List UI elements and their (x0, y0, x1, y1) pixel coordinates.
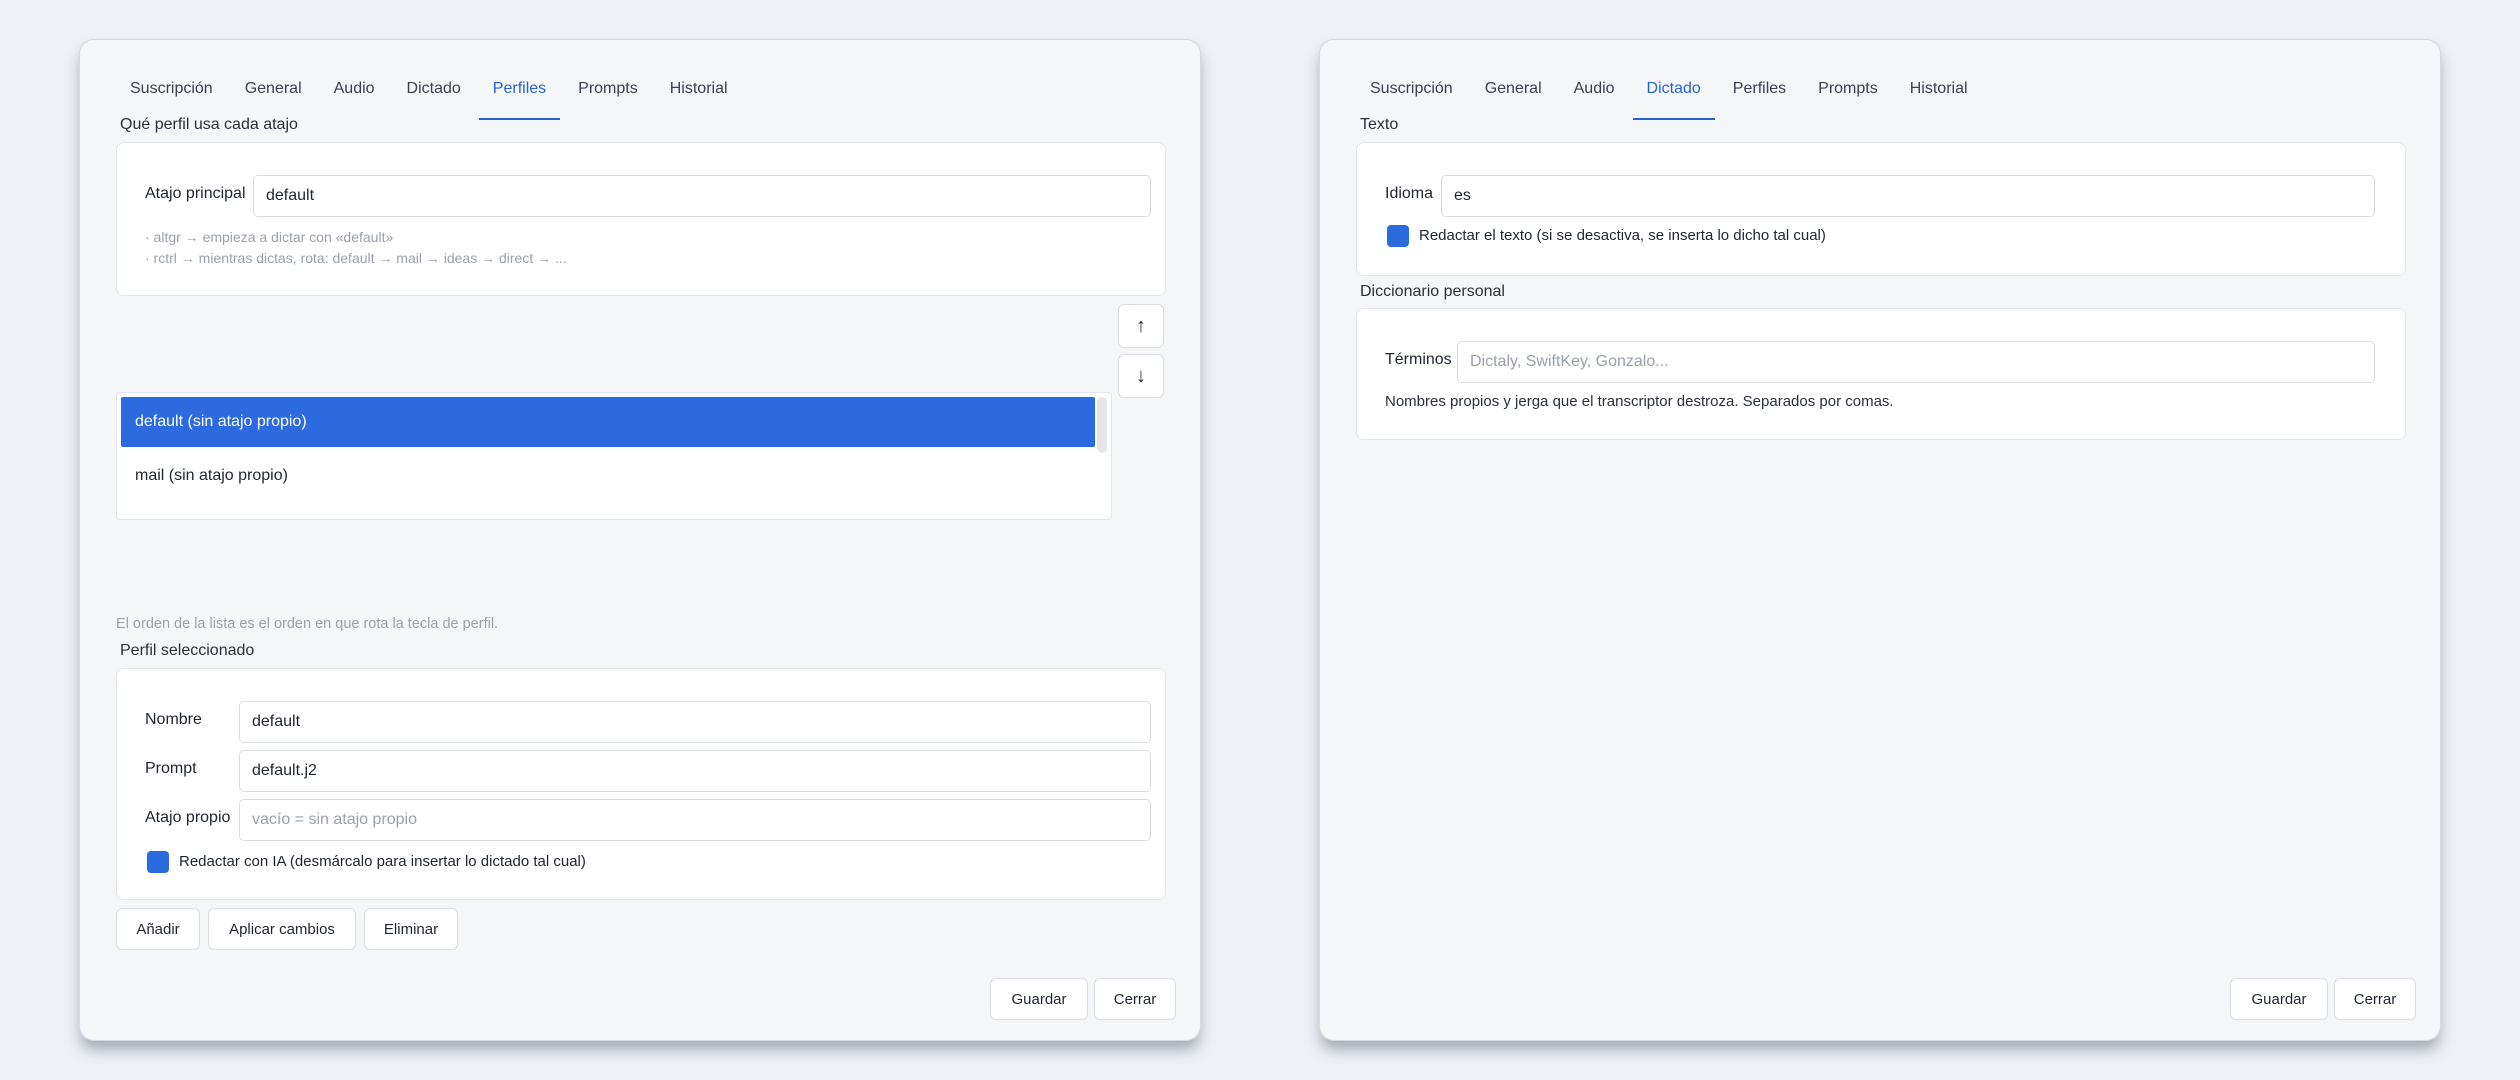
profile-name-input[interactable] (239, 701, 1151, 743)
add-profile-button[interactable]: Añadir (116, 908, 200, 950)
dictionary-card: Términos Nombres propios y jerga que el … (1356, 308, 2406, 440)
terms-hint: Nombres propios y jerga que el transcrip… (1385, 393, 1894, 410)
move-down-button[interactable]: ↓ (1118, 354, 1164, 398)
close-button[interactable]: Cerrar (1094, 978, 1176, 1020)
tab-audio[interactable]: Audio (1560, 68, 1629, 118)
main-shortcut-label: Atajo principal (145, 185, 246, 202)
redact-text-checkbox[interactable] (1387, 225, 1409, 247)
tab-general[interactable]: General (1471, 68, 1556, 118)
tab-prompts[interactable]: Prompts (564, 68, 652, 118)
shortcut-hint-2: · rctrl → mientras dictas, rota: default… (145, 250, 567, 266)
save-button[interactable]: Guardar (990, 978, 1088, 1020)
profile-shortcut-input[interactable] (239, 799, 1151, 841)
shortcut-card: Atajo principal · altgr → empieza a dict… (116, 142, 1166, 296)
selected-profile-title: Perfil seleccionado (120, 642, 255, 659)
tab-bar: Suscripción General Audio Dictado Perfil… (116, 68, 746, 120)
tab-general[interactable]: General (231, 68, 316, 118)
profile-list-item-mail[interactable]: mail (sin atajo propio) (121, 451, 1095, 501)
tab-dictado[interactable]: Dictado (393, 68, 475, 118)
arrow-down-icon: ↓ (1136, 364, 1146, 387)
settings-window-dictation: Suscripción General Audio Dictado Perfil… (1320, 40, 2440, 1040)
settings-window-profiles: Suscripción General Audio Dictado Perfil… (80, 40, 1200, 1040)
terms-label: Términos (1385, 351, 1452, 368)
selected-profile-card: Nombre Prompt Atajo propio Redactar con … (116, 668, 1166, 900)
apply-changes-button[interactable]: Aplicar cambios (208, 908, 356, 950)
arrow-up-icon: ↑ (1136, 314, 1146, 337)
tab-prompts[interactable]: Prompts (1804, 68, 1892, 118)
profile-shortcut-label: Atajo propio (145, 809, 231, 826)
tab-audio[interactable]: Audio (320, 68, 389, 118)
profile-prompt-input[interactable] (239, 750, 1151, 792)
redact-text-label: Redactar el texto (si se desactiva, se i… (1419, 227, 1826, 244)
tab-suscripcion[interactable]: Suscripción (116, 68, 227, 118)
ai-redact-checkbox[interactable] (147, 851, 169, 873)
save-button[interactable]: Guardar (2230, 978, 2328, 1020)
ai-redact-label: Redactar con IA (desmárcalo para inserta… (179, 853, 586, 870)
profile-prompt-label: Prompt (145, 760, 197, 777)
profile-list-scrollbar[interactable] (1097, 397, 1107, 453)
tab-historial[interactable]: Historial (656, 68, 742, 118)
text-section-title: Texto (1360, 116, 1399, 133)
text-card: Idioma Redactar el texto (si se desactiv… (1356, 142, 2406, 276)
tab-suscripcion[interactable]: Suscripción (1356, 68, 1467, 118)
language-input[interactable] (1441, 175, 2375, 217)
tab-historial[interactable]: Historial (1896, 68, 1982, 118)
profile-name-label: Nombre (145, 711, 202, 728)
delete-profile-button[interactable]: Eliminar (364, 908, 458, 950)
shortcut-hint-1: · altgr → empieza a dictar con «default» (145, 229, 394, 245)
shortcut-section-title: Qué perfil usa cada atajo (120, 116, 298, 133)
move-up-button[interactable]: ↑ (1118, 304, 1164, 348)
close-button[interactable]: Cerrar (2334, 978, 2416, 1020)
tab-bar: Suscripción General Audio Dictado Perfil… (1356, 68, 1986, 120)
tab-dictado[interactable]: Dictado (1632, 68, 1715, 120)
profile-list[interactable]: default (sin atajo propio) mail (sin ata… (116, 392, 1112, 520)
tab-perfiles[interactable]: Perfiles (478, 68, 561, 120)
profile-list-item-default[interactable]: default (sin atajo propio) (121, 397, 1095, 447)
list-order-hint: El orden de la lista es el orden en que … (116, 616, 499, 632)
terms-input[interactable] (1457, 341, 2375, 383)
language-label: Idioma (1385, 185, 1434, 202)
tab-perfiles[interactable]: Perfiles (1719, 68, 1800, 118)
dictionary-section-title: Diccionario personal (1360, 283, 1505, 300)
main-shortcut-input[interactable] (253, 175, 1151, 217)
